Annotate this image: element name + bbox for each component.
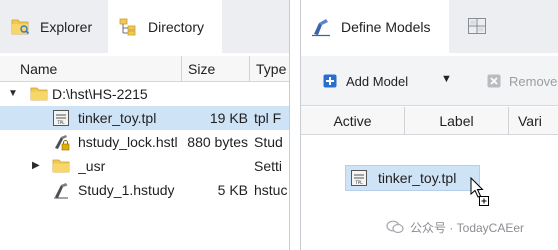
right-tab-bar: Define Models: [301, 0, 558, 54]
svg-text:TPL: TPL: [56, 120, 65, 125]
tree-row-file[interactable]: TPL tinker_toy.tpl 19 KB tpl F: [0, 106, 289, 130]
file-browser-pane: Explorer Directory ⌄ Name Size Type ▼: [0, 0, 290, 250]
explorer-icon: [10, 17, 30, 37]
tree-row-file[interactable]: hstudy_lock.hstl 880 bytes Stud: [0, 130, 289, 154]
folder-icon: [30, 85, 48, 103]
file-size: 880 bytes: [187, 134, 248, 150]
define-models-icon: [311, 17, 331, 37]
add-model-dropdown-icon[interactable]: ▼: [441, 73, 452, 85]
collapse-arrow-icon[interactable]: ▶: [32, 160, 40, 172]
column-header-active[interactable]: Active: [301, 107, 405, 135]
models-table-header: Active Label Vari: [301, 107, 558, 135]
file-size: 19 KB: [209, 110, 248, 126]
tpl-file-icon: TPL: [350, 169, 368, 187]
column-header-type[interactable]: Type: [250, 56, 289, 82]
remove-icon: [487, 74, 501, 88]
models-toolbar: Add Model ▼ Remove: [301, 56, 558, 106]
tab-define-models-label: Define Models: [341, 19, 431, 35]
file-name: tinker_toy.tpl: [78, 110, 157, 126]
file-name: Study_1.hstudy: [78, 182, 175, 198]
tab-explorer-label: Explorer: [40, 18, 93, 35]
tab-define-models[interactable]: Define Models: [301, 0, 449, 54]
plus-icon: [323, 74, 337, 88]
watermark-text: 公众号 · TodayCAEer: [410, 220, 525, 235]
file-type: Stud: [254, 134, 283, 150]
expand-arrow-icon[interactable]: ▼: [8, 88, 18, 100]
column-header-name[interactable]: Name: [14, 56, 182, 82]
hstl-file-icon: [52, 133, 70, 151]
file-type: Setti: [254, 158, 283, 174]
file-type: hstuc: [254, 182, 288, 198]
tpl-file-icon: TPL: [52, 109, 70, 127]
folder-icon: [52, 157, 70, 175]
drag-preview-item: TPL tinker_toy.tpl: [345, 165, 480, 191]
define-models-pane: Define Models Add Model ▼ Remove Active …: [300, 0, 558, 250]
tab-directory-label: Directory: [148, 19, 205, 35]
grid-view-icon[interactable]: [467, 16, 487, 36]
tree-row-root-folder[interactable]: ▼ D:\hst\HS-2215: [0, 82, 289, 106]
left-tab-bar: Explorer Directory: [0, 0, 289, 54]
svg-text:TPL: TPL: [354, 180, 363, 185]
file-table-header: Name Size Type: [0, 56, 289, 82]
column-header-variable[interactable]: Vari: [509, 107, 558, 135]
file-size: 5 KB: [217, 182, 248, 198]
drag-copy-cursor-icon: [470, 176, 490, 207]
column-header-label[interactable]: Label: [405, 107, 509, 135]
column-header-size[interactable]: Size: [182, 56, 250, 82]
remove-button[interactable]: Remove: [487, 69, 557, 93]
wechat-icon: [386, 220, 404, 234]
file-name: _usr: [78, 158, 106, 174]
watermark: 公众号 · TodayCAEer: [386, 217, 524, 237]
tab-directory[interactable]: Directory: [108, 0, 222, 54]
file-type: tpl F: [254, 110, 282, 126]
tab-explorer[interactable]: Explorer: [0, 0, 108, 53]
hstudy-file-icon: [52, 181, 70, 199]
directory-tree-icon: [118, 17, 138, 37]
tree-row-folder[interactable]: ▶ _usr Setti: [0, 154, 289, 178]
file-name: hstudy_lock.hstl: [78, 134, 178, 150]
remove-label: Remove: [509, 73, 558, 89]
add-model-button[interactable]: Add Model: [323, 69, 408, 93]
file-name: D:\hst\HS-2215: [52, 86, 148, 102]
add-model-label: Add Model: [346, 73, 409, 89]
tree-row-file[interactable]: Study_1.hstudy 5 KB hstuc: [0, 178, 289, 202]
drag-preview-label: tinker_toy.tpl: [378, 170, 457, 186]
